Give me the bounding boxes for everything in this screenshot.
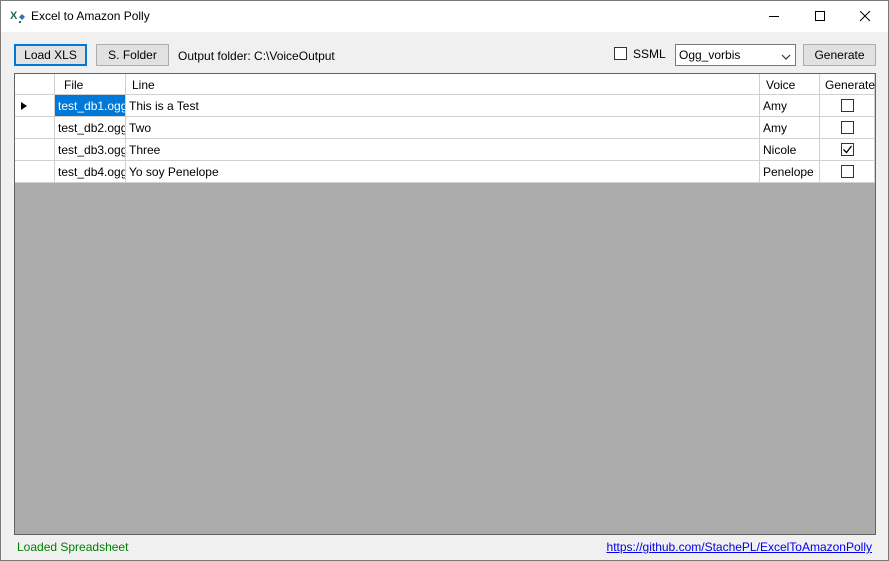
- voice-cell[interactable]: Amy: [760, 95, 820, 117]
- ssml-label[interactable]: SSML: [633, 47, 666, 61]
- column-header-file[interactable]: File: [55, 74, 126, 95]
- row-header[interactable]: [15, 117, 55, 139]
- checkmark-icon: [842, 145, 852, 154]
- generate-checkbox-checked[interactable]: [840, 143, 854, 156]
- data-grid[interactable]: File Line Voice Generate test_db1.ogg Th…: [14, 73, 876, 535]
- close-button[interactable]: [842, 1, 888, 32]
- title-bar[interactable]: X Excel to Amazon Polly: [1, 1, 888, 32]
- column-header-generate[interactable]: Generate: [820, 74, 875, 95]
- chevron-down-icon: [781, 50, 791, 64]
- github-link[interactable]: https://github.com/StachePL/ExcelToAmazo…: [607, 540, 872, 554]
- window-title: Excel to Amazon Polly: [31, 9, 150, 23]
- app-window: X Excel to Amazon Polly Load XLS S. Fold…: [0, 0, 889, 561]
- format-select[interactable]: Ogg_vorbis: [675, 44, 796, 66]
- line-cell[interactable]: Two: [126, 117, 760, 139]
- excel-app-icon: X: [10, 8, 26, 24]
- column-header-voice[interactable]: Voice: [760, 74, 820, 95]
- line-cell[interactable]: Yo soy Penelope: [126, 161, 760, 183]
- generate-cell[interactable]: [820, 139, 875, 161]
- generate-cell[interactable]: [820, 95, 875, 117]
- svg-text:X: X: [10, 10, 18, 22]
- generate-checkbox[interactable]: [840, 121, 854, 134]
- voice-cell[interactable]: Nicole: [760, 139, 820, 161]
- maximize-icon: [814, 11, 825, 21]
- maximize-button[interactable]: [797, 1, 843, 32]
- generate-checkbox[interactable]: [840, 165, 854, 178]
- file-cell[interactable]: test_db4.ogg: [55, 161, 126, 183]
- row-header[interactable]: [15, 161, 55, 183]
- file-cell[interactable]: test_db2.ogg: [55, 117, 126, 139]
- voice-cell[interactable]: Amy: [760, 117, 820, 139]
- ssml-checkbox[interactable]: [614, 47, 627, 60]
- generate-cell[interactable]: [820, 117, 875, 139]
- close-icon: [859, 11, 870, 22]
- file-cell[interactable]: test_db3.ogg: [55, 139, 126, 161]
- current-row-arrow-icon: [21, 102, 27, 110]
- column-header-line[interactable]: Line: [126, 74, 760, 95]
- file-cell[interactable]: test_db1.ogg: [55, 95, 126, 117]
- minimize-icon: [768, 16, 779, 17]
- line-cell[interactable]: This is a Test: [126, 95, 760, 117]
- row-header-corner: [15, 74, 55, 95]
- generate-button[interactable]: Generate: [803, 44, 876, 66]
- load-xls-button[interactable]: Load XLS: [14, 44, 87, 66]
- format-select-value: Ogg_vorbis: [679, 48, 741, 62]
- row-header[interactable]: [15, 139, 55, 161]
- voice-cell[interactable]: Penelope: [760, 161, 820, 183]
- line-cell[interactable]: Three: [126, 139, 760, 161]
- select-folder-button[interactable]: S. Folder: [96, 44, 169, 66]
- status-label: Loaded Spreadsheet: [17, 540, 129, 554]
- output-folder-label: Output folder: C:\VoiceOutput: [178, 49, 335, 63]
- row-header[interactable]: [15, 95, 55, 117]
- generate-checkbox[interactable]: [840, 99, 854, 112]
- generate-cell[interactable]: [820, 161, 875, 183]
- minimize-button[interactable]: [751, 1, 797, 32]
